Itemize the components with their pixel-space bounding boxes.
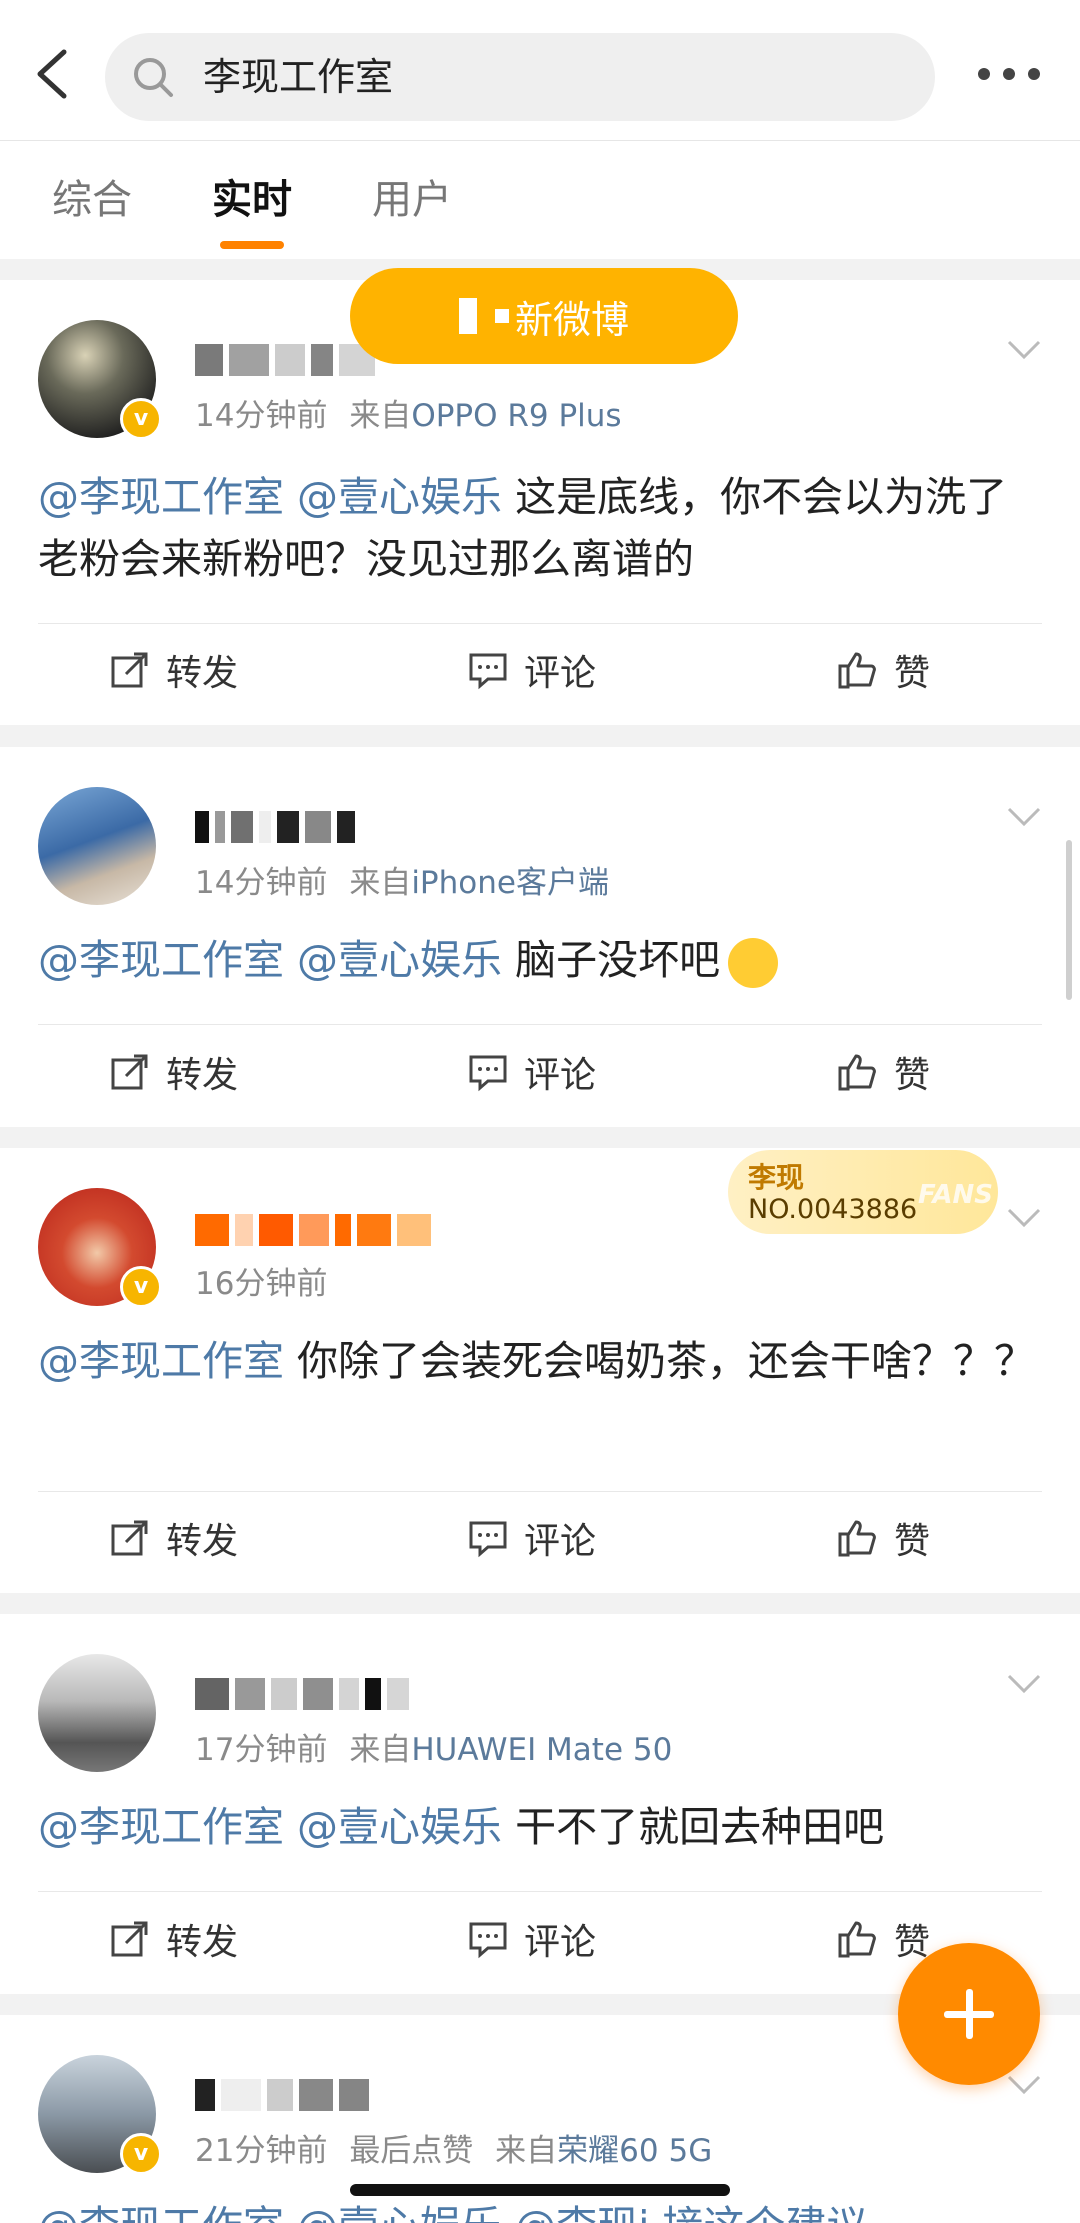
comment-button[interactable]: 评论 [468, 1027, 596, 1117]
mention-link[interactable]: @李现工作室 [38, 936, 284, 984]
action-bar: 转发 评论 赞 [0, 625, 1080, 715]
chevron-down-icon[interactable] [1006, 1206, 1042, 1230]
post-text: @李现工作室 @壹心娱乐 脑子没坏吧 [38, 929, 1038, 991]
comment-button[interactable]: 评论 [468, 1894, 596, 1984]
divider [38, 1024, 1042, 1025]
action-bar: 转发 评论 赞 [0, 1493, 1080, 1583]
tab-bar: 综合 实时 用户 [0, 140, 1080, 259]
back-arrow-icon[interactable] [28, 46, 78, 102]
repost-icon [111, 652, 148, 688]
post-time: 16分钟前 [195, 1266, 328, 1302]
post-time: 14分钟前 [195, 865, 328, 901]
repost-button[interactable]: 转发 [110, 1027, 238, 1117]
repost-button[interactable]: 转发 [110, 1493, 238, 1583]
post-meta: 16分钟前 [195, 1264, 327, 1304]
post-source[interactable]: OPPO R9 Plus [411, 398, 621, 434]
comment-icon [469, 1521, 507, 1558]
avatar[interactable] [38, 787, 156, 905]
blurred-username[interactable] [195, 340, 375, 380]
comment-icon [469, 1055, 507, 1092]
divider [38, 623, 1042, 624]
new-posts-button[interactable]: 新微博 [350, 268, 738, 364]
mention-link[interactable]: @李现工作室 [38, 473, 284, 521]
mention-link[interactable]: @壹心娱乐 [297, 473, 502, 521]
fan-badge[interactable]: 李现 NO.0043886 FANS [728, 1150, 998, 1234]
chevron-down-icon[interactable] [1006, 338, 1042, 362]
post-meta: 17分钟前 来自HUAWEI Mate 50 [195, 1732, 673, 1768]
repost-button[interactable]: 转发 [110, 1894, 238, 1984]
scrollbar[interactable] [1066, 840, 1072, 1000]
blurred-username[interactable] [195, 1674, 409, 1714]
like-button[interactable]: 赞 [838, 1493, 930, 1583]
confused-face-emoji-icon [728, 938, 779, 988]
chevron-down-icon[interactable] [1006, 1672, 1042, 1696]
repost-icon [111, 1520, 148, 1556]
post-text: @李现工作室 @壹心娱乐 这是底线，你不会以为洗了老粉会来新粉吧？没见过那么离谱… [38, 473, 1008, 583]
like-button[interactable]: 赞 [838, 625, 930, 715]
post-meta: 21分钟前 最后点赞 来自荣耀60 5G [195, 2133, 713, 2169]
post-text: @李现工作室 @壹心娱乐 干不了就回去种田吧 [38, 1803, 885, 1851]
top-bar: 李现工作室 [0, 0, 1080, 140]
thumbs-up-icon [838, 652, 876, 689]
tab-realtime[interactable]: 实时 [212, 175, 292, 225]
comment-button[interactable]: 评论 [468, 1493, 596, 1583]
verified-badge-icon: v [120, 2133, 162, 2175]
post-card[interactable]: 14分钟前 来自iPhone客户端 @李现工作室 @壹心娱乐 脑子没坏吧 转发 … [0, 747, 1080, 1127]
mention-link[interactable]: @壹心娱乐 [297, 1803, 502, 1851]
post-time: 14分钟前 [195, 398, 328, 434]
divider [38, 1491, 1042, 1492]
search-input[interactable]: 李现工作室 [105, 33, 935, 121]
post-source[interactable]: 荣耀60 5G [557, 2133, 712, 2169]
post-text: @李现工作室 你除了会装死会喝奶茶，还会干啥？？？ [38, 1337, 1036, 1385]
post-source[interactable]: HUAWEI Mate 50 [411, 1732, 672, 1768]
mention-link[interactable]: @壹心娱乐 [297, 936, 502, 984]
like-button[interactable]: 赞 [838, 1027, 930, 1117]
compose-fab-plus-icon[interactable] [898, 1943, 1040, 2085]
active-tab-indicator [220, 241, 284, 249]
chevron-down-icon[interactable] [1006, 805, 1042, 829]
action-bar: 转发 评论 赞 [0, 1027, 1080, 1117]
verified-badge-icon: v [120, 398, 162, 440]
chevron-down-icon[interactable] [1006, 2073, 1042, 2097]
tab-comprehensive[interactable]: 综合 [52, 175, 132, 225]
search-query: 李现工作室 [203, 55, 394, 99]
more-options-icon[interactable] [978, 66, 1040, 82]
blurred-username[interactable] [195, 1210, 431, 1250]
repost-icon [111, 1054, 148, 1090]
post-time: 21分钟前 [195, 2133, 328, 2169]
post-text: @李现工作室 @壹心娱乐 @李现i 接这个建议 [38, 2195, 1038, 2223]
divider [38, 1891, 1042, 1892]
blurred-username[interactable] [195, 2075, 369, 2115]
home-indicator [350, 2184, 730, 2196]
post-source[interactable]: iPhone客户端 [411, 865, 609, 901]
thumbs-up-icon [838, 1054, 876, 1091]
search-icon [134, 58, 173, 97]
comment-icon [469, 653, 507, 690]
post-meta: 14分钟前 来自OPPO R9 Plus [195, 398, 622, 434]
comment-icon [469, 1922, 507, 1959]
post-meta: 14分钟前 来自iPhone客户端 [195, 865, 609, 901]
post-time: 17分钟前 [195, 1732, 328, 1768]
mention-link[interactable]: @李现工作室 [38, 1337, 284, 1385]
tab-users[interactable]: 用户 [372, 175, 452, 225]
thumbs-up-icon [838, 1520, 876, 1557]
post-card[interactable]: 17分钟前 来自HUAWEI Mate 50 @李现工作室 @壹心娱乐 干不了就… [0, 1614, 1080, 1994]
thumbs-up-icon [838, 1921, 876, 1958]
repost-button[interactable]: 转发 [110, 625, 238, 715]
repost-icon [111, 1921, 148, 1957]
blurred-username[interactable] [195, 807, 355, 847]
verified-badge-icon: v [120, 1266, 162, 1308]
mention-link[interactable]: @李现工作室 [38, 1803, 284, 1851]
avatar[interactable] [38, 1654, 156, 1772]
comment-button[interactable]: 评论 [468, 625, 596, 715]
